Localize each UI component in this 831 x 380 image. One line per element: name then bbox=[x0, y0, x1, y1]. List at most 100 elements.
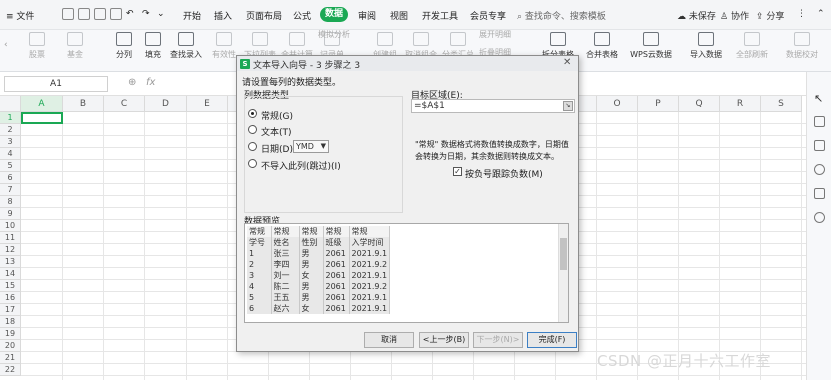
zoom-icon[interactable]: ⊕ bbox=[128, 77, 136, 88]
row-header[interactable]: 12 bbox=[0, 244, 21, 256]
column-header[interactable]: O bbox=[597, 96, 638, 112]
negative-sign-checkbox[interactable]: ✓ bbox=[453, 167, 462, 176]
redo-icon[interactable]: ↷ bbox=[142, 9, 150, 19]
preview-type-cell[interactable]: 常规 bbox=[247, 226, 272, 237]
collapse-icon[interactable]: ⌃ bbox=[817, 9, 825, 19]
ribbon-scroll-left-icon[interactable]: ‹ bbox=[4, 40, 8, 50]
option-text-label[interactable]: 文本(T) bbox=[261, 125, 292, 138]
radio-date[interactable] bbox=[248, 142, 257, 151]
what-if-button[interactable]: 模拟分析 bbox=[318, 29, 366, 40]
refresh-all-button[interactable]: 全部刷新 bbox=[732, 32, 772, 60]
preview-type-cell[interactable]: 常规 bbox=[349, 226, 391, 237]
next-button[interactable]: 下一步(N)> bbox=[473, 332, 523, 348]
column-header[interactable]: D bbox=[145, 96, 187, 112]
column-header[interactable]: A bbox=[21, 96, 63, 112]
more-icon[interactable]: ⌄ bbox=[157, 9, 165, 19]
data-check-button[interactable]: 数据校对 bbox=[783, 32, 821, 60]
settings-icon[interactable] bbox=[814, 116, 825, 127]
command-search[interactable]: ⌕ 查找命令、搜索模板 bbox=[517, 9, 606, 22]
finish-button[interactable]: 完成(F) bbox=[527, 332, 577, 348]
back-button[interactable]: <上一步(B) bbox=[419, 332, 469, 348]
row-header[interactable]: 7 bbox=[0, 184, 21, 196]
option-skip-label[interactable]: 不导入此列(跳过)(I) bbox=[261, 159, 341, 172]
wps-cloud-data-button[interactable]: WPS云数据 bbox=[628, 32, 674, 60]
stock-button[interactable]: 股票 bbox=[22, 32, 52, 60]
tab-data[interactable]: 数据 bbox=[320, 7, 348, 22]
export-icon[interactable] bbox=[78, 8, 90, 20]
share-button[interactable]: ⇪ 分享 bbox=[756, 9, 784, 22]
row-header[interactable]: 8 bbox=[0, 196, 21, 208]
expand-detail-button[interactable]: 展开明细 bbox=[478, 29, 512, 40]
checkbox-label[interactable]: 按负号跟踪负数(M) bbox=[465, 167, 543, 180]
media-icon[interactable] bbox=[814, 188, 825, 199]
row-header[interactable]: 10 bbox=[0, 220, 21, 232]
row-header[interactable]: 18 bbox=[0, 316, 21, 328]
cancel-button[interactable]: 取消 bbox=[364, 332, 414, 348]
tab-formula[interactable]: 公式 bbox=[293, 9, 311, 22]
row-header[interactable]: 11 bbox=[0, 232, 21, 244]
fund-button[interactable]: 基金 bbox=[60, 32, 90, 60]
file-menu[interactable]: ≡ 文件 bbox=[6, 9, 34, 22]
name-box[interactable]: A1 bbox=[4, 76, 108, 92]
row-header[interactable]: 9 bbox=[0, 208, 21, 220]
merge-table-button[interactable]: 合并表格 bbox=[582, 32, 622, 60]
date-format-select[interactable]: YMD ▼ bbox=[293, 140, 329, 153]
row-header[interactable]: 17 bbox=[0, 304, 21, 316]
tab-page-layout[interactable]: 页面布局 bbox=[246, 9, 282, 22]
option-general-label[interactable]: 常规(G) bbox=[261, 109, 293, 122]
option-date-label[interactable]: 日期(D) bbox=[261, 142, 293, 155]
fx-icon[interactable]: fx bbox=[146, 77, 155, 88]
help-icon[interactable] bbox=[814, 164, 825, 175]
row-header[interactable]: 13 bbox=[0, 256, 21, 268]
column-header[interactable]: Q bbox=[679, 96, 720, 112]
unsaved-status[interactable]: ☁ 未保存 bbox=[677, 9, 716, 22]
tab-developer[interactable]: 开发工具 bbox=[422, 9, 458, 22]
save-icon[interactable] bbox=[62, 8, 74, 20]
scroll-thumb[interactable] bbox=[560, 238, 567, 270]
column-header[interactable]: B bbox=[63, 96, 104, 112]
undo-icon[interactable]: ↶ bbox=[126, 9, 134, 19]
tab-member[interactable]: 会员专享 bbox=[470, 9, 506, 22]
data-preview[interactable]: 常规 常规 常规 常规 常规 学号 姓名 性别 班级 入学时间 1 张三男 2061 2021.9.1 2 李… bbox=[244, 223, 569, 323]
lookup-entry-button[interactable]: 查找录入 bbox=[168, 32, 204, 60]
column-header[interactable]: R bbox=[720, 96, 761, 112]
preview-type-cell[interactable]: 常规 bbox=[271, 226, 300, 237]
location-icon[interactable] bbox=[814, 212, 825, 223]
row-header[interactable]: 2 bbox=[0, 124, 21, 136]
column-header[interactable]: E bbox=[187, 96, 228, 112]
row-header[interactable]: 16 bbox=[0, 292, 21, 304]
preview-scrollbar[interactable] bbox=[558, 224, 568, 322]
radio-skip[interactable] bbox=[248, 159, 257, 168]
row-header[interactable]: 15 bbox=[0, 280, 21, 292]
column-header[interactable]: S bbox=[761, 96, 802, 112]
share-panel-icon[interactable] bbox=[814, 140, 825, 151]
row-header[interactable]: 22 bbox=[0, 364, 21, 376]
collab-button[interactable]: ♙ 协作 bbox=[720, 9, 749, 22]
print-icon[interactable] bbox=[94, 8, 106, 20]
selected-cell[interactable] bbox=[21, 112, 63, 124]
tab-view[interactable]: 视图 bbox=[390, 9, 408, 22]
row-header[interactable]: 20 bbox=[0, 340, 21, 352]
import-data-button[interactable]: 导入数据 bbox=[686, 32, 726, 60]
tab-insert[interactable]: 插入 bbox=[214, 9, 232, 22]
row-header[interactable]: 3 bbox=[0, 136, 21, 148]
row-header[interactable]: 4 bbox=[0, 148, 21, 160]
preview-icon[interactable] bbox=[110, 8, 122, 20]
tab-review[interactable]: 审阅 bbox=[358, 9, 376, 22]
preview-type-cell[interactable]: 常规 bbox=[299, 226, 324, 237]
tab-home[interactable]: 开始 bbox=[183, 9, 201, 22]
fill-button[interactable]: 填充 bbox=[141, 32, 165, 60]
column-header[interactable]: C bbox=[104, 96, 145, 112]
range-select-icon[interactable]: ↘ bbox=[563, 101, 573, 111]
select-all-corner[interactable] bbox=[0, 96, 21, 112]
radio-text[interactable] bbox=[248, 125, 257, 134]
preview-type-cell[interactable]: 常规 bbox=[323, 226, 350, 237]
more-menu-icon[interactable]: ⋮ bbox=[797, 9, 806, 19]
row-header[interactable]: 6 bbox=[0, 172, 21, 184]
split-column-button[interactable]: 分列 bbox=[112, 32, 136, 60]
radio-general[interactable] bbox=[248, 109, 257, 118]
row-header[interactable]: 21 bbox=[0, 352, 21, 364]
cursor-icon[interactable]: ↖ bbox=[814, 92, 825, 105]
row-header[interactable]: 5 bbox=[0, 160, 21, 172]
row-header[interactable]: 1 bbox=[0, 112, 21, 124]
